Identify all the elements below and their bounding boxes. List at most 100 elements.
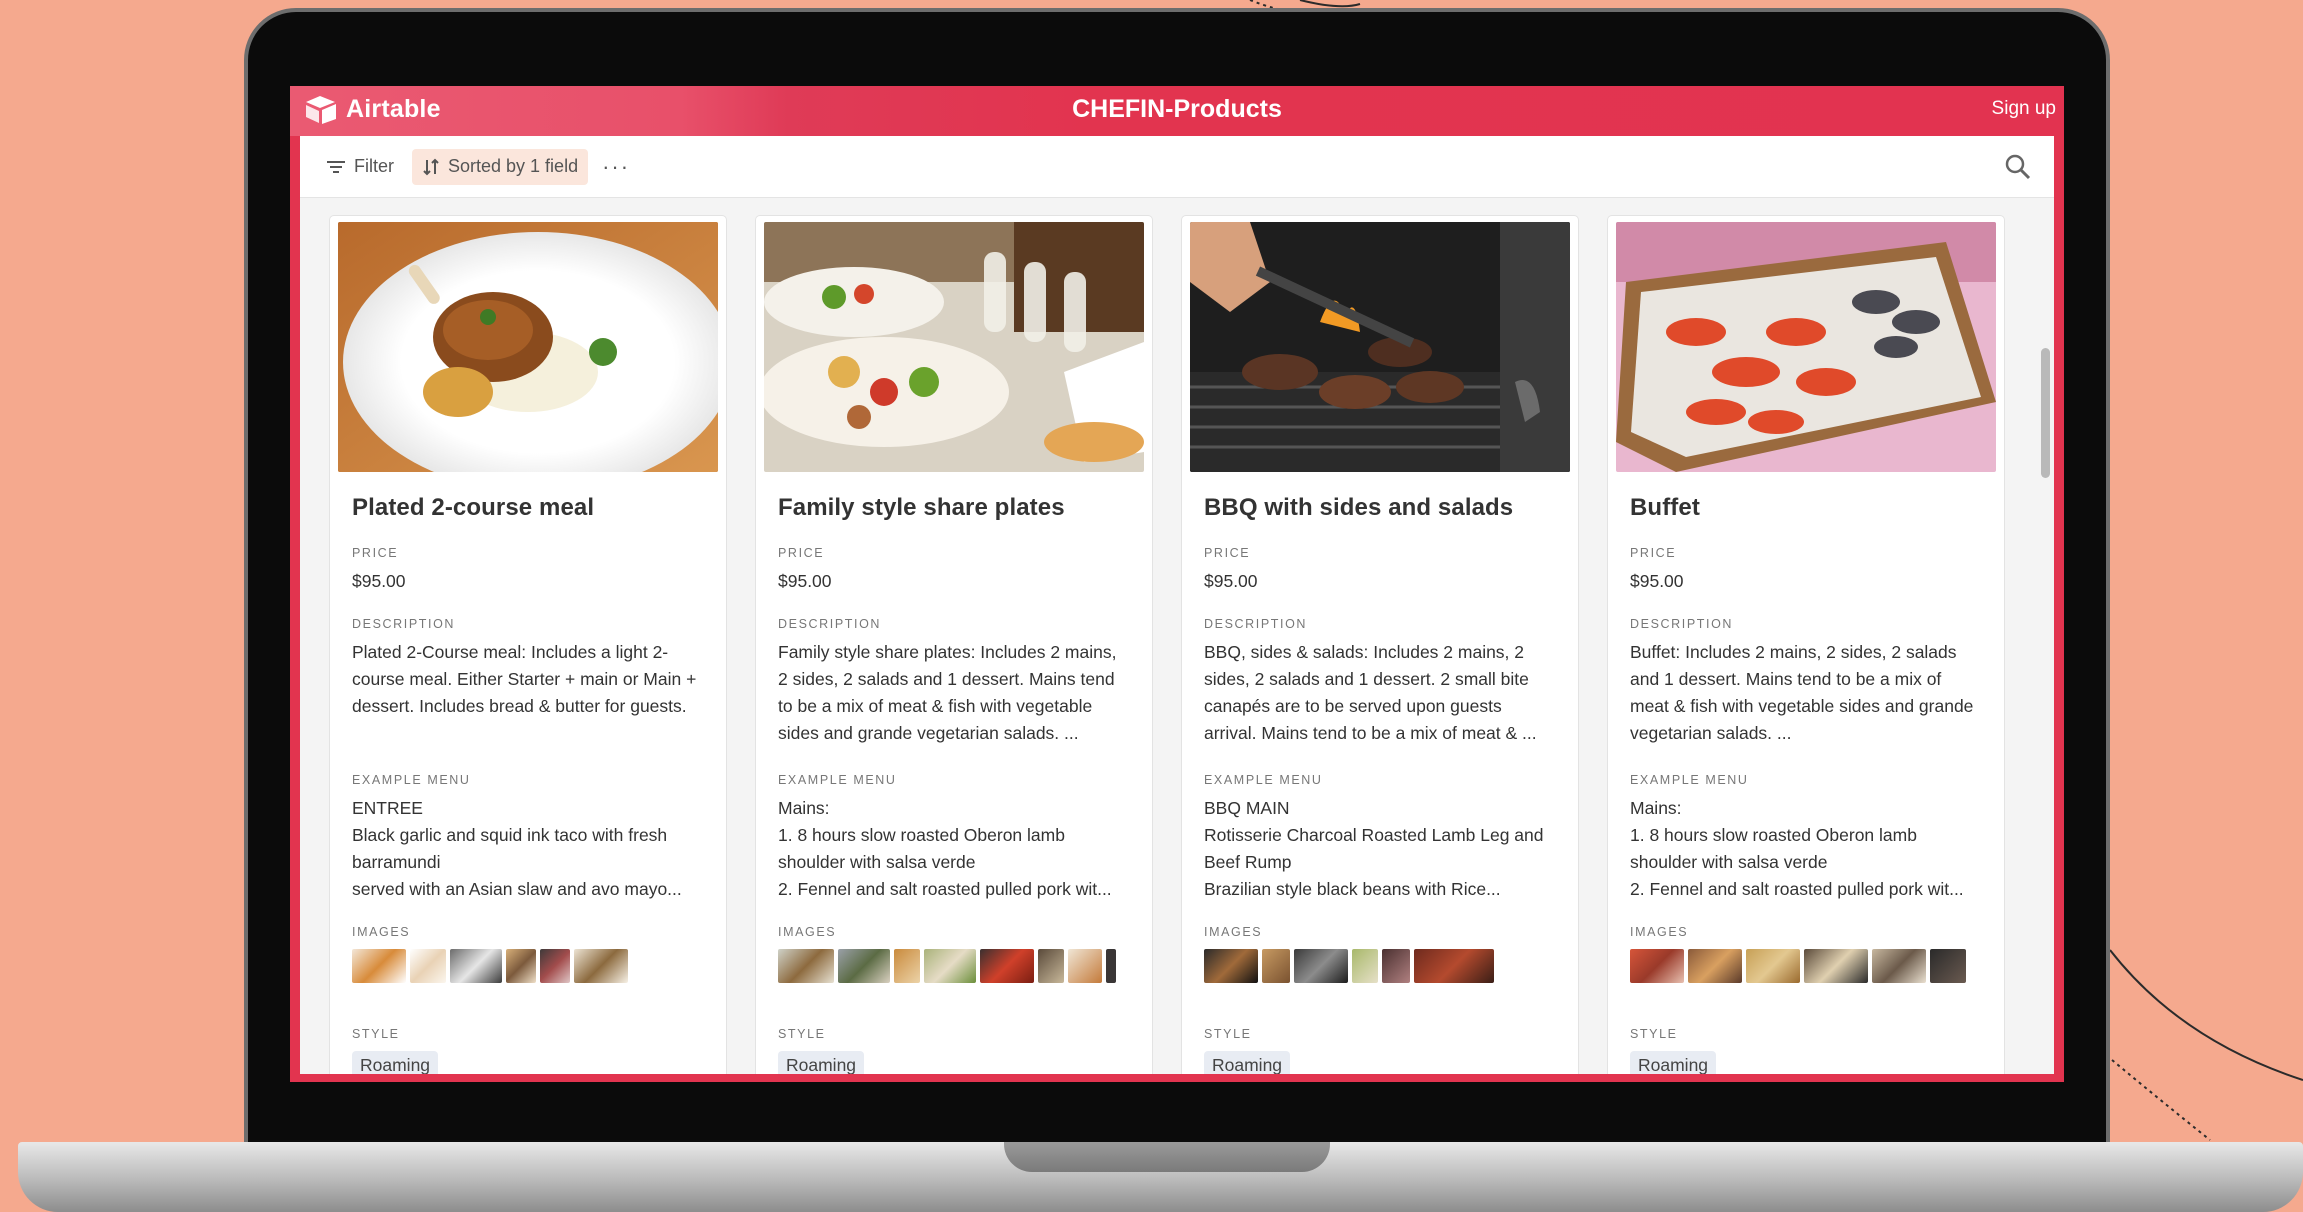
image-thumbnail[interactable] [1382,949,1410,983]
image-thumbnail[interactable] [1930,949,1966,983]
price-value: $95.00 [1204,571,1258,591]
image-thumbnail[interactable] [410,949,446,983]
description-label: DESCRIPTION [1630,617,1734,631]
sort-button[interactable]: Sorted by 1 field [412,148,589,185]
images-label: IMAGES [778,925,837,939]
gallery-card[interactable]: Family style share plates PRICE $95.00 D… [756,216,1152,1074]
base-title: CHEFIN-Products [1072,95,1282,123]
image-thumbnail[interactable] [1688,949,1742,983]
style-tag: Roaming [1204,1051,1291,1074]
menu-line: 2. Fennel and salt roasted pulled pork w… [778,879,1112,899]
style-tag: Roaming [352,1051,439,1074]
menu-line: 1. 8 hours slow roasted Oberon lamb shou… [1630,825,1917,872]
top-bar: Airtable CHEFIN-Products Sign up [290,86,2064,136]
sign-up-link[interactable]: Sign up [1992,98,2056,120]
bottom-strip [290,1074,2064,1082]
example-menu-value: BBQ MAIN Rotisserie Charcoal Roasted Lam… [1204,795,1556,903]
image-thumbnail[interactable] [1414,949,1494,983]
example-menu-value: ENTREE Black garlic and squid ink taco w… [352,795,704,903]
description-value: Family style share plates: Includes 2 ma… [778,642,1117,743]
image-thumbnail[interactable] [1630,949,1684,983]
image-thumbnail[interactable] [1068,949,1102,983]
style-tag: Roaming [778,1051,865,1074]
image-thumbnails [778,949,1130,983]
image-thumbnail[interactable] [352,949,406,983]
vertical-scrollbar[interactable] [2041,348,2050,478]
menu-line: Black garlic and squid ink taco with fre… [352,825,668,872]
images-label: IMAGES [352,925,411,939]
view-toolbar: Filter Sorted by 1 field ··· [300,136,2054,198]
image-thumbnail[interactable] [450,949,502,983]
image-thumbnail[interactable] [1746,949,1800,983]
image-thumbnail[interactable] [1262,949,1290,983]
description-value: Plated 2-Course meal: Includes a light 2… [352,642,697,716]
filter-label: Filter [354,156,394,176]
filter-button[interactable]: Filter [316,149,404,185]
price-value: $95.00 [352,571,406,591]
style-label: STYLE [1630,1027,1678,1041]
image-thumbnail[interactable] [506,949,536,983]
card-cover-image [1190,222,1570,472]
laptop-notch [1004,1142,1330,1172]
image-thumbnail[interactable] [980,949,1034,983]
filter-icon [327,160,345,173]
card-title: Buffet [1630,494,1700,521]
image-thumbnail[interactable] [1204,949,1258,983]
gallery-card[interactable]: Plated 2-course meal PRICE $95.00 DESCRI… [330,216,726,1074]
description-label: DESCRIPTION [778,617,882,631]
sort-icon [423,158,439,175]
price-label: PRICE [1630,546,1677,560]
style-label: STYLE [352,1027,400,1041]
price-value: $95.00 [778,571,832,591]
image-thumbnail[interactable] [574,949,628,983]
price-label: PRICE [1204,546,1251,560]
card-title: BBQ with sides and salads [1204,494,1514,521]
images-label: IMAGES [1630,925,1689,939]
image-thumbnail[interactable] [1804,949,1868,983]
style-tag: Roaming [1630,1051,1717,1074]
menu-line: ENTREE [352,798,423,818]
price-label: PRICE [352,546,399,560]
image-thumbnails [1204,949,1556,983]
menu-line: Mains: [778,798,830,818]
gallery-card[interactable]: BBQ with sides and salads PRICE $95.00 D… [1182,216,1578,1074]
example-menu-value: Mains: 1. 8 hours slow roasted Oberon la… [778,795,1130,903]
card-cover-image [764,222,1144,472]
card-title: Plated 2-course meal [352,494,595,521]
image-thumbnail[interactable] [1038,949,1064,983]
gallery-card[interactable]: Buffet PRICE $95.00 DESCRIPTION Buffet: … [1608,216,2004,1074]
image-thumbnail[interactable] [924,949,976,983]
menu-line: 1. 8 hours slow roasted Oberon lamb shou… [778,825,1065,872]
image-thumbnail[interactable] [778,949,834,983]
example-menu-label: EXAMPLE MENU [1630,773,1749,787]
menu-line: Brazilian style black beans with Rice... [1204,879,1501,899]
description-label: DESCRIPTION [1204,617,1308,631]
card-title: Family style share plates [778,494,1065,521]
menu-line: BBQ MAIN [1204,798,1290,818]
image-thumbnail[interactable] [1352,949,1378,983]
menu-line: 2. Fennel and salt roasted pulled pork w… [1630,879,1964,899]
image-thumbnail[interactable] [1872,949,1926,983]
image-thumbnail[interactable] [1294,949,1348,983]
card-cover-image [1616,222,1996,472]
gallery-cards: Plated 2-course meal PRICE $95.00 DESCRI… [330,216,2004,1074]
more-options-button[interactable]: ··· [602,154,630,180]
style-label: STYLE [778,1027,826,1041]
style-label: STYLE [1204,1027,1252,1041]
image-thumbnail[interactable] [540,949,570,983]
price-label: PRICE [778,546,825,560]
price-value: $95.00 [1630,571,1684,591]
image-thumbnail[interactable] [1106,949,1116,983]
menu-line: Mains: [1630,798,1682,818]
example-menu-label: EXAMPLE MENU [1204,773,1323,787]
menu-line: served with an Asian slaw and avo mayo..… [352,879,682,899]
images-label: IMAGES [1204,925,1263,939]
gallery-panel: Filter Sorted by 1 field ··· Plated 2-co… [300,136,2054,1074]
image-thumbnail[interactable] [838,949,890,983]
image-thumbnails [1630,949,1982,983]
screen: Airtable CHEFIN-Products Sign up Filter … [290,86,2064,1082]
description-value: BBQ, sides & salads: Includes 2 mains, 2… [1204,642,1537,743]
search-icon[interactable] [2004,153,2032,181]
image-thumbnail[interactable] [894,949,920,983]
example-menu-label: EXAMPLE MENU [352,773,471,787]
